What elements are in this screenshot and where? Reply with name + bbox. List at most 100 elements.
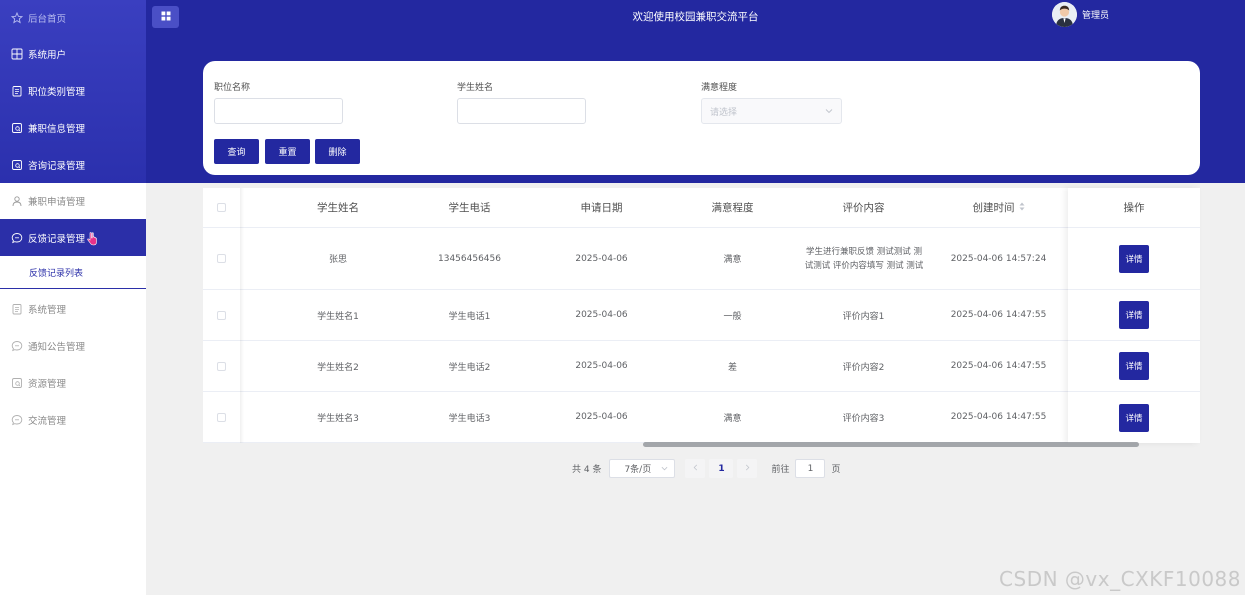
cell-apply-date: 2025-04-06: [575, 253, 628, 264]
watermark-text: CSDN @vx_CXKF10088: [999, 567, 1241, 591]
horizontal-scrollbar[interactable]: [643, 442, 1139, 447]
action-cell: 详情: [1068, 290, 1200, 341]
page-size-value: 7条/页: [624, 465, 652, 475]
sidebar-item-home[interactable]: 后台首页: [0, 0, 146, 35]
student-name-input[interactable]: [457, 98, 586, 124]
sidebar-item-notice-management[interactable]: 通知公告管理: [0, 327, 146, 364]
sidebar-item-job-category[interactable]: 职位类别管理: [0, 72, 146, 109]
cell-student-phone: 学生电话2: [448, 362, 491, 373]
sort-caret-icon[interactable]: [1019, 202, 1025, 214]
clipboard-icon: [10, 302, 23, 315]
cell-apply-date: 2025-04-06: [575, 412, 628, 422]
grid-icon: [10, 47, 23, 60]
sidebar-item-label: 系统用户: [28, 49, 67, 61]
cell-satisfaction: 差: [727, 362, 737, 373]
user-icon: [10, 195, 23, 208]
cell-satisfaction: 一般: [723, 311, 742, 322]
col-apply-date: 申请日期: [580, 202, 623, 214]
pagination: 共 4 条 7条/页 1 前往 1 页: [572, 459, 840, 478]
col-created-time-label: 创建时间: [972, 202, 1015, 214]
satisfaction-label: 满意程度: [701, 83, 738, 93]
sidebar-subitem-feedback-list[interactable]: 反馈记录列表: [0, 256, 146, 289]
table-header-row: 学生姓名 学生电话 申请日期 满意程度 评价内容 创建时间: [203, 188, 1200, 228]
chat-icon: [10, 339, 23, 352]
sidebar-item-consult-records[interactable]: 咨询记录管理: [0, 146, 146, 183]
select-all-checkbox[interactable]: [217, 203, 226, 212]
row-checkbox-cell: [203, 392, 240, 442]
avatar: [1051, 2, 1077, 27]
action-cell: 详情: [1068, 228, 1200, 290]
table-row: 学生姓名1 学生电话1 2025-04-06 一般 评价内容1 2025-04-…: [203, 290, 1200, 341]
detail-button[interactable]: 详情: [1119, 301, 1149, 329]
detail-button[interactable]: 详情: [1119, 403, 1149, 432]
row-checkbox[interactable]: [217, 412, 226, 422]
cell-comment: 评价内容1: [842, 311, 885, 322]
row-checkbox[interactable]: [217, 310, 226, 320]
col-student-phone: 学生电话: [448, 202, 491, 214]
cell-student-name: 学生姓名2: [317, 362, 359, 373]
sidebar-item-job-info[interactable]: 兼职信息管理: [0, 109, 146, 146]
sidebar-item-label: 后台首页: [28, 13, 67, 25]
sidebar-item-feedback-records[interactable]: 反馈记录管理: [0, 219, 146, 256]
sidebar-item-label: 交流管理: [28, 415, 67, 427]
sidebar-item-system-management[interactable]: 系统管理: [0, 290, 146, 327]
cell-student-phone: 学生电话1: [448, 311, 491, 322]
row-checkbox[interactable]: [217, 254, 226, 263]
reset-button[interactable]: 重置: [265, 139, 310, 164]
goto-page-input[interactable]: 1: [795, 459, 826, 478]
query-button[interactable]: 查询: [214, 139, 259, 164]
chevron-down-icon: [661, 465, 668, 475]
sidebar-subitem-label: 反馈记录列表: [29, 268, 84, 279]
sidebar-item-label: 资源管理: [28, 378, 67, 390]
fixed-action-column: 操作 详情 详情 详情 详情: [1068, 188, 1200, 443]
position-name-label: 职位名称: [214, 83, 251, 93]
sidebar-item-label: 兼职信息管理: [28, 123, 86, 135]
sidebar-item-label: 职位类别管理: [28, 86, 86, 98]
cell-satisfaction: 满意: [723, 413, 742, 424]
search-doc-icon: [10, 158, 23, 171]
feedback-table: 学生姓名 学生电话 申请日期 满意程度 评价内容 创建时间 张思 1345645…: [203, 188, 1200, 443]
action-cell: 详情: [1068, 392, 1200, 443]
sidebar-item-resource-management[interactable]: 资源管理: [0, 364, 146, 401]
search-doc-icon: [10, 376, 23, 389]
prev-page-button[interactable]: [685, 459, 706, 478]
cell-comment: 评价内容3: [842, 413, 885, 424]
chevron-down-icon: [825, 107, 833, 118]
page-suffix: 页: [831, 465, 841, 475]
page-number-current[interactable]: 1: [709, 459, 734, 478]
col-created-time[interactable]: 创建时间: [929, 188, 1068, 227]
row-checkbox-cell: [203, 228, 240, 289]
detail-button[interactable]: 详情: [1119, 244, 1149, 273]
satisfaction-select[interactable]: 请选择: [701, 98, 842, 124]
page-size-select[interactable]: 7条/页: [609, 459, 676, 478]
search-panel: 职位名称 学生姓名 满意程度 请选择 查询 重置 删除: [203, 61, 1200, 175]
cell-apply-date: 2025-04-06: [575, 310, 628, 320]
sidebar-item-exchange-management[interactable]: 交流管理: [0, 401, 146, 438]
row-checkbox[interactable]: [217, 361, 226, 371]
next-page-button[interactable]: [737, 459, 758, 478]
cell-student-phone: 学生电话3: [448, 413, 491, 424]
fixed-column-shadow: [240, 188, 244, 443]
sidebar-item-label: 系统管理: [28, 304, 67, 316]
col-satisfaction: 满意程度: [711, 202, 754, 214]
position-name-input[interactable]: [214, 98, 343, 124]
cell-student-name: 学生姓名3: [317, 413, 359, 424]
action-cell: 详情: [1068, 341, 1200, 392]
user-menu[interactable]: 管理员: [1051, 2, 1109, 27]
sidebar-item-label: 通知公告管理: [28, 341, 86, 353]
satisfaction-placeholder: 请选择: [710, 107, 738, 118]
delete-button[interactable]: 删除: [315, 139, 360, 164]
sidebar-item-job-application[interactable]: 兼职申请管理: [0, 183, 146, 219]
hand-cursor-icon: [87, 232, 97, 249]
cell-created-time: 2025-04-06 14:47:55: [950, 361, 1047, 371]
detail-button[interactable]: 详情: [1119, 352, 1149, 380]
cell-comment: 学生进行兼职反馈 测试测试 测试测试 评价内容填写 测试 测试: [804, 246, 924, 271]
cell-student-phone: 13456456456: [438, 253, 501, 264]
cell-student-name: 学生姓名1: [317, 311, 359, 322]
sidebar-item-label: 咨询记录管理: [28, 160, 86, 172]
user-name: 管理员: [1081, 11, 1109, 21]
sidebar-item-system-users[interactable]: 系统用户: [0, 35, 146, 72]
pagination-total: 共 4 条: [572, 465, 602, 475]
table-row: 学生姓名3 学生电话3 2025-04-06 满意 评价内容3 2025-04-…: [203, 392, 1200, 443]
cell-apply-date: 2025-04-06: [575, 361, 628, 371]
